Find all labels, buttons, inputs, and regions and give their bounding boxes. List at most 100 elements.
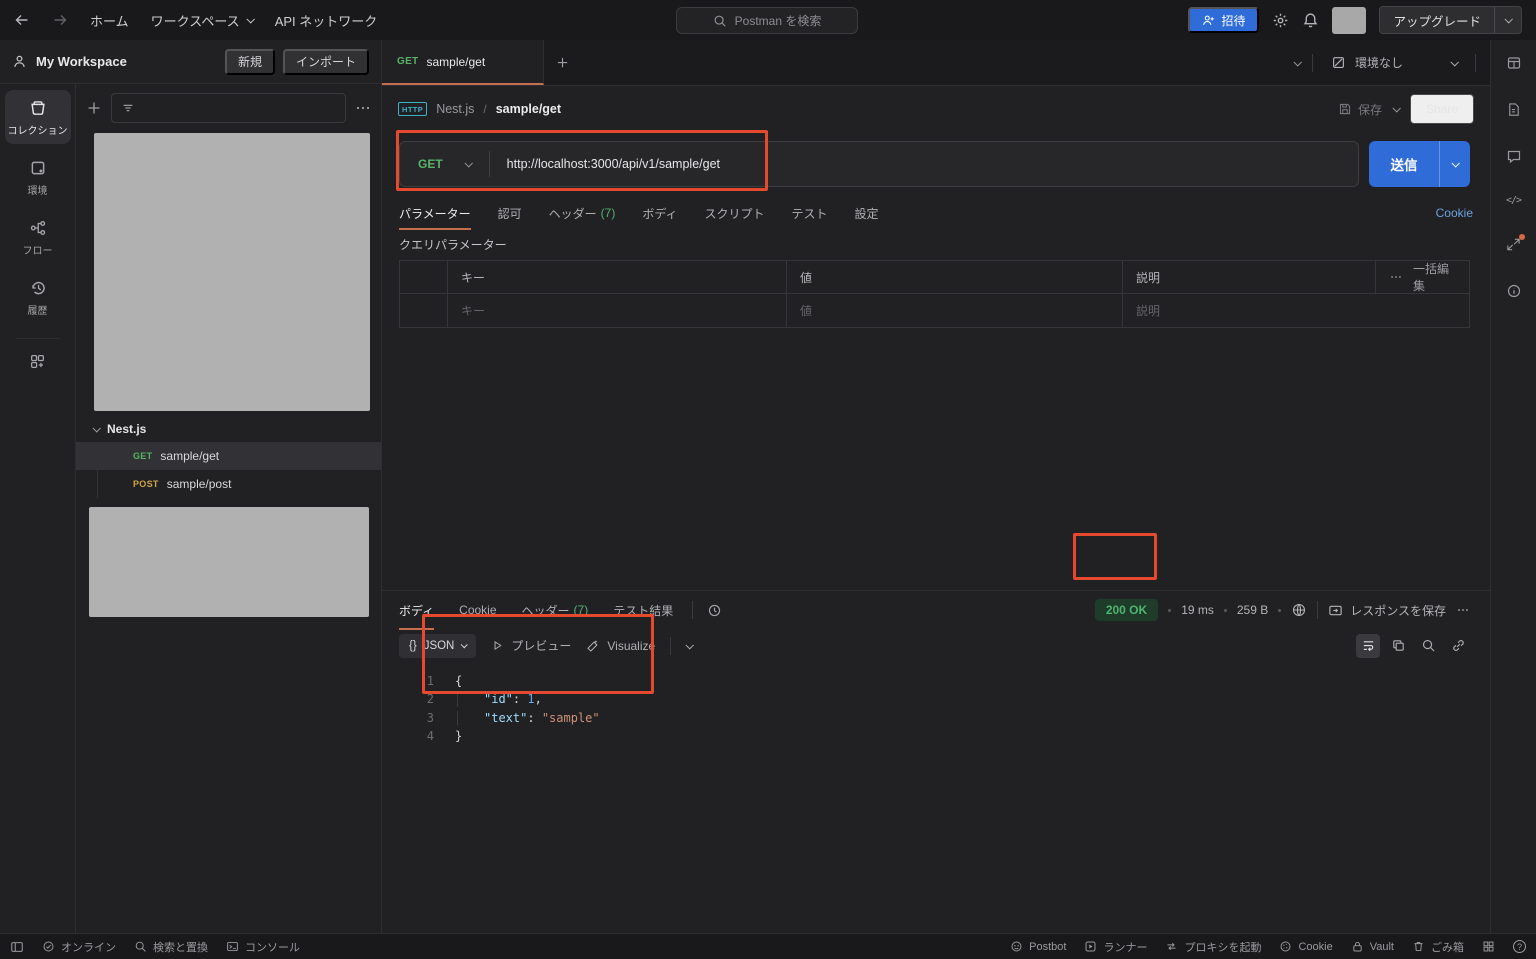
- response-tab-body[interactable]: ボディ: [399, 591, 435, 630]
- nav-workspaces[interactable]: ワークスペース: [151, 11, 255, 30]
- help-icon[interactable]: ?: [1513, 940, 1526, 953]
- response-more-icon[interactable]: [1456, 603, 1470, 617]
- postbot-button[interactable]: Postbot: [1010, 940, 1066, 953]
- response-size[interactable]: 259 B: [1237, 603, 1268, 617]
- tab-params[interactable]: パラメーター: [399, 196, 471, 230]
- invite-button[interactable]: 招待: [1188, 7, 1260, 33]
- save-button[interactable]: 保存: [1338, 101, 1382, 118]
- response-tab-test-results[interactable]: テスト結果: [613, 591, 673, 630]
- search-response-icon[interactable]: [1416, 634, 1440, 658]
- row-handle-column: [400, 261, 448, 293]
- settings-gear-icon[interactable]: [1272, 12, 1289, 29]
- environment-quick-look-icon[interactable]: [1506, 55, 1522, 71]
- tab-headers[interactable]: ヘッダー (7): [549, 196, 616, 230]
- environments-icon: [29, 159, 47, 177]
- upgrade-chevron[interactable]: [1494, 7, 1521, 33]
- nav-api-network[interactable]: API ネットワーク: [275, 11, 378, 30]
- workspace-title[interactable]: My Workspace: [36, 54, 127, 69]
- breadcrumb-request-name[interactable]: sample/get: [496, 102, 561, 116]
- cookies-link[interactable]: Cookie: [1436, 206, 1473, 220]
- request-row-post[interactable]: POST sample/post: [76, 470, 381, 498]
- start-proxy-button[interactable]: プロキシを起動: [1165, 939, 1261, 955]
- configure-blocks-icon[interactable]: [29, 353, 46, 370]
- panel-grid-icon[interactable]: [1482, 940, 1495, 953]
- import-button[interactable]: インポート: [282, 48, 369, 75]
- wrap-text-icon[interactable]: [1356, 633, 1380, 658]
- description-input[interactable]: [1136, 303, 1456, 318]
- save-options-chevron-icon[interactable]: [1392, 104, 1401, 113]
- more-icon[interactable]: [1389, 270, 1403, 284]
- online-status[interactable]: オンライン: [42, 939, 116, 955]
- upgrade-button[interactable]: アップグレード: [1379, 6, 1522, 34]
- collection-row[interactable]: Nest.js: [76, 415, 381, 442]
- table-empty-row: [400, 294, 1469, 327]
- new-button[interactable]: 新規: [224, 48, 275, 75]
- preview-button[interactable]: プレビュー: [491, 637, 571, 654]
- filter-field[interactable]: [142, 101, 336, 115]
- visualize-button[interactable]: Visualize: [586, 639, 655, 653]
- method-dropdown[interactable]: GET: [400, 157, 489, 171]
- trash-button[interactable]: ごみ箱: [1412, 939, 1464, 955]
- sidebar-item-environments[interactable]: 環境: [5, 150, 71, 204]
- more-actions-icon[interactable]: [355, 100, 371, 116]
- network-globe-icon[interactable]: [1291, 602, 1307, 618]
- tab-list-chevron-icon[interactable]: [1293, 57, 1302, 67]
- back-icon[interactable]: [14, 12, 30, 28]
- forward-icon[interactable]: [52, 12, 68, 28]
- dot-separator: [1278, 608, 1282, 612]
- avatar[interactable]: [1332, 6, 1367, 34]
- info-icon[interactable]: [1506, 283, 1522, 299]
- status-badge[interactable]: 200 OK: [1094, 599, 1159, 621]
- add-collection-icon[interactable]: [86, 100, 102, 116]
- environment-selector[interactable]: 環境なし: [1325, 54, 1463, 71]
- response-tab-cookies[interactable]: Cookie: [459, 591, 496, 630]
- tab-body[interactable]: ボディ: [642, 196, 677, 230]
- response-headers-count: (7): [573, 603, 589, 617]
- share-button[interactable]: Share: [1409, 94, 1474, 124]
- comments-icon[interactable]: [1506, 148, 1522, 164]
- key-input[interactable]: [461, 303, 773, 318]
- find-replace-button[interactable]: 検索と置換: [134, 939, 208, 955]
- toggle-sidebar-icon[interactable]: [10, 940, 24, 954]
- sidebar-item-flows[interactable]: フロー: [5, 210, 71, 264]
- global-search-input[interactable]: Postman を検索: [676, 7, 858, 34]
- redacted-content-block: [94, 133, 370, 411]
- link-icon[interactable]: [1446, 634, 1470, 658]
- documentation-icon[interactable]: [1506, 102, 1521, 117]
- value-input[interactable]: [800, 303, 1109, 318]
- tab-authorization[interactable]: 認可: [498, 196, 522, 230]
- response-time[interactable]: 19 ms: [1181, 603, 1214, 617]
- bulk-edit-link[interactable]: 一括編集: [1413, 260, 1456, 294]
- tab-scripts[interactable]: スクリプト: [705, 196, 765, 230]
- runner-button[interactable]: ランナー: [1084, 939, 1147, 955]
- breadcrumb-parent[interactable]: Nest.js: [436, 102, 474, 116]
- console-button[interactable]: コンソール: [226, 939, 300, 955]
- request-response-splitter[interactable]: [382, 328, 1490, 590]
- tab-tests[interactable]: テスト: [792, 196, 828, 230]
- request-row-get[interactable]: GET sample/get: [76, 442, 381, 470]
- format-dropdown[interactable]: {} JSON: [399, 633, 477, 658]
- save-response-button[interactable]: レスポンスを保存: [1328, 602, 1446, 619]
- capture-requests-icon[interactable]: [1506, 234, 1525, 252]
- new-tab-icon[interactable]: [544, 40, 580, 85]
- url-input[interactable]: http://localhost:3000/api/v1/sample/get: [490, 157, 737, 171]
- response-history-icon[interactable]: [707, 603, 722, 618]
- send-button[interactable]: 送信: [1369, 141, 1470, 187]
- format-options-chevron-icon[interactable]: [685, 640, 695, 650]
- tab-sample-get[interactable]: GET sample/get: [382, 40, 544, 85]
- cookies-button[interactable]: Cookie: [1279, 940, 1333, 953]
- response-body-editor[interactable]: 1 { 2 "id": 1, 3 "text": "sample" 4 }: [382, 662, 1490, 934]
- send-options-chevron[interactable]: [1439, 141, 1470, 187]
- code-line: 4 }: [426, 729, 463, 743]
- response-tab-headers[interactable]: ヘッダー (7): [522, 591, 589, 630]
- nav-home[interactable]: ホーム: [90, 11, 129, 30]
- vault-button[interactable]: Vault: [1351, 940, 1394, 953]
- tab-settings[interactable]: 設定: [855, 196, 879, 230]
- chevron-down-icon: [92, 423, 101, 433]
- sidebar-item-history[interactable]: 履歴: [5, 270, 71, 324]
- copy-icon[interactable]: [1386, 634, 1410, 658]
- notifications-bell-icon[interactable]: [1302, 12, 1319, 29]
- code-snippet-icon[interactable]: </>: [1506, 195, 1522, 206]
- collection-filter-input[interactable]: [111, 93, 346, 123]
- sidebar-item-collections[interactable]: コレクション: [4, 90, 71, 144]
